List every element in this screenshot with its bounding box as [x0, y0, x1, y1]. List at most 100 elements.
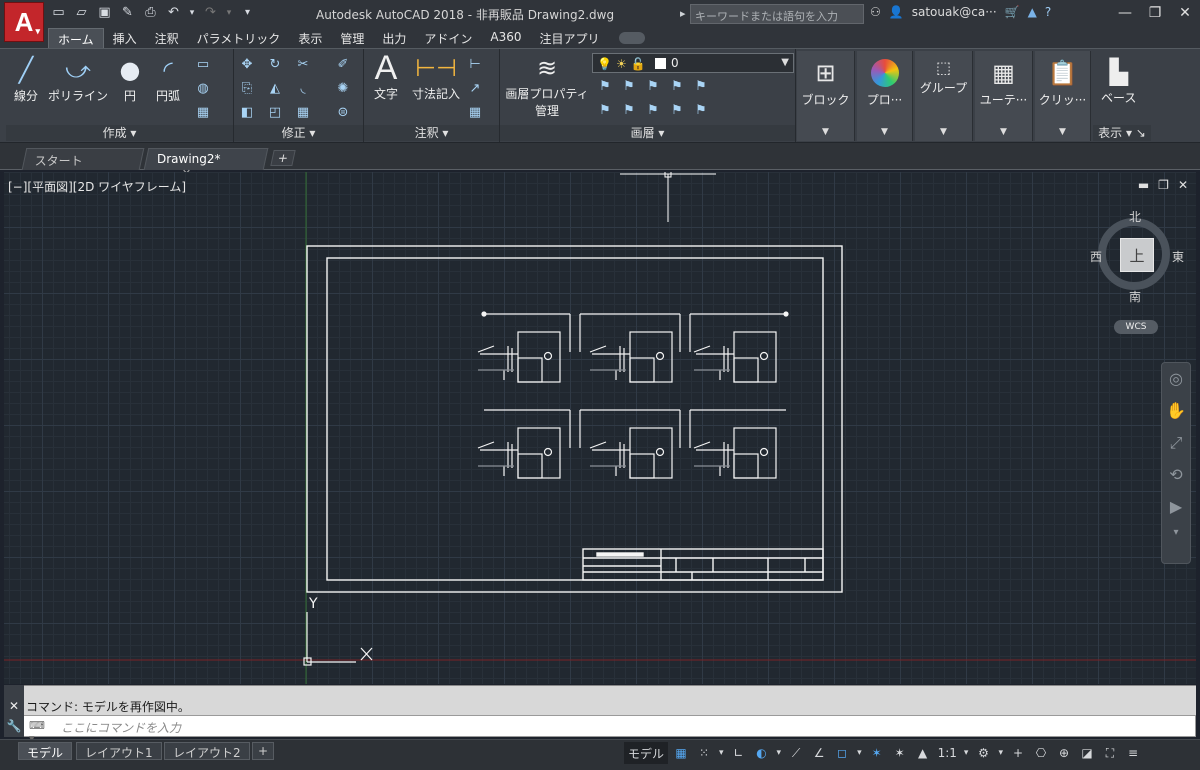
save-as-icon[interactable]: ✎	[119, 4, 136, 21]
compass-north[interactable]: 北	[1129, 208, 1141, 225]
view-panel-label[interactable]: 表示 ▾ ↘	[1093, 125, 1151, 141]
minimize-icon[interactable]: —	[1110, 0, 1140, 26]
binoculars-icon[interactable]: ⚇	[870, 5, 881, 19]
tab-drawing2[interactable]: Drawing2*✕	[143, 148, 269, 180]
hardware-acceleration-icon[interactable]: ◪	[1077, 742, 1097, 764]
move-icon[interactable]: ✥	[238, 55, 256, 73]
rotate-icon[interactable]: ↻	[266, 55, 284, 73]
new-tab-button[interactable]: +	[270, 150, 296, 166]
ribbon-toggle-icon[interactable]	[618, 32, 645, 44]
tab-insert[interactable]: 挿入	[104, 28, 146, 48]
scale-icon[interactable]: ◰	[266, 103, 284, 121]
tab-annotate[interactable]: 注釈	[146, 28, 188, 48]
workspace-dropdown-icon[interactable]: ▾	[996, 742, 1005, 764]
navbar-menu-icon[interactable]: ▾	[1162, 523, 1190, 543]
layer-tool-icon[interactable]: ⚑	[596, 101, 614, 119]
print-icon[interactable]: ⎙	[142, 4, 159, 21]
showmotion-icon[interactable]: ▶	[1162, 491, 1190, 523]
tab-addins[interactable]: アドイン	[415, 28, 481, 48]
tab-manage[interactable]: 管理	[331, 28, 373, 48]
copy-icon[interactable]: ⎘	[238, 79, 256, 97]
drawing-canvas[interactable]: Y [−][平面図][2D ワイヤフレーム] ▬ ❐ ✕ 上 北 南 東 西 W…	[4, 172, 1196, 684]
region-icon[interactable]: ▦	[194, 103, 212, 121]
layer-tool-icon[interactable]: ⚑	[668, 101, 686, 119]
hatch-icon[interactable]: ◍	[194, 79, 212, 97]
command-input[interactable]: ⌨ ▾ ここにコマンドを入力	[4, 715, 1196, 745]
layer-properties-button[interactable]: ≋ 画層プロパティ 管理	[504, 51, 590, 119]
tab-featured-apps[interactable]: 注目アプリ	[531, 28, 609, 48]
pan-hand-icon[interactable]: ✋	[1162, 395, 1190, 427]
osnap-dropdown-icon[interactable]: ▾	[855, 742, 864, 764]
tab-home[interactable]: ホーム	[48, 28, 104, 48]
rectangle-icon[interactable]: ▭	[194, 55, 212, 73]
cart-icon[interactable]: 🛒	[1005, 5, 1020, 19]
properties-button[interactable]: プロ··· ▼	[857, 51, 913, 141]
undo-dropdown-icon[interactable]: ▾	[188, 4, 196, 21]
offset-icon[interactable]: ⊜	[334, 103, 352, 121]
exchange-icon[interactable]: ▲	[1028, 5, 1037, 19]
block-button[interactable]: ⊞ ブロック ▼	[797, 51, 855, 141]
trim-icon[interactable]: ✂	[294, 55, 312, 73]
model-space-button[interactable]: モデル	[624, 742, 669, 764]
viewcube-top-face[interactable]: 上	[1120, 238, 1154, 272]
user-icon[interactable]: 👤	[889, 5, 904, 19]
layer-tool-icon[interactable]: ⚑	[668, 77, 686, 95]
tab-layout1[interactable]: レイアウト1	[76, 742, 162, 760]
linear-dim-icon[interactable]: ⊢	[466, 55, 484, 73]
tab-start[interactable]: スタート	[21, 148, 145, 170]
viewcube[interactable]: 上 北 南 東 西 WCS	[1090, 208, 1192, 338]
viewport-controls-label[interactable]: [−][平面図][2D ワイヤフレーム]	[8, 178, 186, 195]
close-icon[interactable]: ✕	[4, 699, 24, 713]
modify-panel-label[interactable]: 修正 ▾	[234, 125, 363, 141]
annotation-visibility-icon[interactable]: ✶	[867, 742, 887, 764]
isodraft-icon[interactable]: ⟋	[786, 742, 806, 764]
erase-icon[interactable]: ✐	[334, 55, 352, 73]
wrench-icon[interactable]: 🔧	[4, 719, 24, 733]
minimize-icon[interactable]: ▬	[1138, 178, 1149, 192]
wcs-menu[interactable]: WCS	[1114, 320, 1158, 334]
layer-dropdown[interactable]: 💡☀🔓 0 ▼	[592, 53, 794, 73]
polar-icon[interactable]: ◐	[752, 742, 772, 764]
compass-east[interactable]: 東	[1172, 248, 1184, 265]
close-icon[interactable]: ✕	[1170, 0, 1200, 26]
units-icon[interactable]: ⎔	[1031, 742, 1051, 764]
zoom-icon[interactable]: ⤢	[1162, 427, 1190, 459]
steering-wheel-icon[interactable]: ◎	[1162, 363, 1190, 395]
fillet-icon[interactable]: ◟	[294, 79, 312, 97]
table-icon[interactable]: ▦	[466, 103, 484, 121]
clipboard-button[interactable]: 📋 クリッ··· ▼	[1035, 51, 1091, 141]
osnap-tracking-icon[interactable]: ∠	[809, 742, 829, 764]
layer-tool-icon[interactable]: ⚑	[596, 77, 614, 95]
restore-icon[interactable]: ❐	[1158, 178, 1169, 192]
array-icon[interactable]: ▦	[294, 103, 312, 121]
annotation-panel-label[interactable]: 注釈 ▾	[364, 125, 499, 141]
search-input[interactable]: キーワードまたは語句を入力	[680, 4, 864, 24]
grid-icon[interactable]: ▦	[671, 742, 691, 764]
add-layout-button[interactable]: +	[252, 742, 275, 760]
scale-dropdown-icon[interactable]: ▾	[962, 742, 971, 764]
redo-icon[interactable]: ↷	[202, 4, 219, 21]
compass-west[interactable]: 西	[1090, 248, 1102, 265]
tab-model[interactable]: モデル	[18, 742, 73, 760]
leader-icon[interactable]: ↗	[466, 79, 484, 97]
groups-button[interactable]: ⬚ グループ ▼	[915, 51, 973, 141]
annotation-autoscale-icon[interactable]: ✶	[890, 742, 910, 764]
clean-screen-icon[interactable]: ⛶	[1100, 742, 1120, 764]
osnap-icon[interactable]: ◻	[832, 742, 852, 764]
plus-icon[interactable]: +	[1008, 742, 1028, 764]
user-name[interactable]: satouak@ca···	[912, 5, 997, 19]
snap-dropdown-icon[interactable]: ▾	[717, 742, 726, 764]
help-icon[interactable]: ?	[1045, 5, 1051, 19]
base-view-button[interactable]: ▙ ベース	[1101, 55, 1136, 106]
layer-tool-icon[interactable]: ⚑	[692, 77, 710, 95]
circle-button[interactable]: ● 円	[114, 53, 146, 104]
command-line-handle[interactable]: ✕ 🔧	[4, 685, 24, 737]
quick-properties-icon[interactable]: ⊕	[1054, 742, 1074, 764]
customize-qat-icon[interactable]: ▾	[239, 4, 256, 21]
compass-south[interactable]: 南	[1129, 288, 1141, 305]
dimension-button[interactable]: ⊢⊣ 寸法記入	[412, 51, 460, 102]
snap-icon[interactable]: ⁙	[694, 742, 714, 764]
polar-dropdown-icon[interactable]: ▾	[775, 742, 784, 764]
new-file-icon[interactable]: ▭	[50, 4, 67, 21]
customize-status-icon[interactable]: ≡	[1123, 742, 1143, 764]
